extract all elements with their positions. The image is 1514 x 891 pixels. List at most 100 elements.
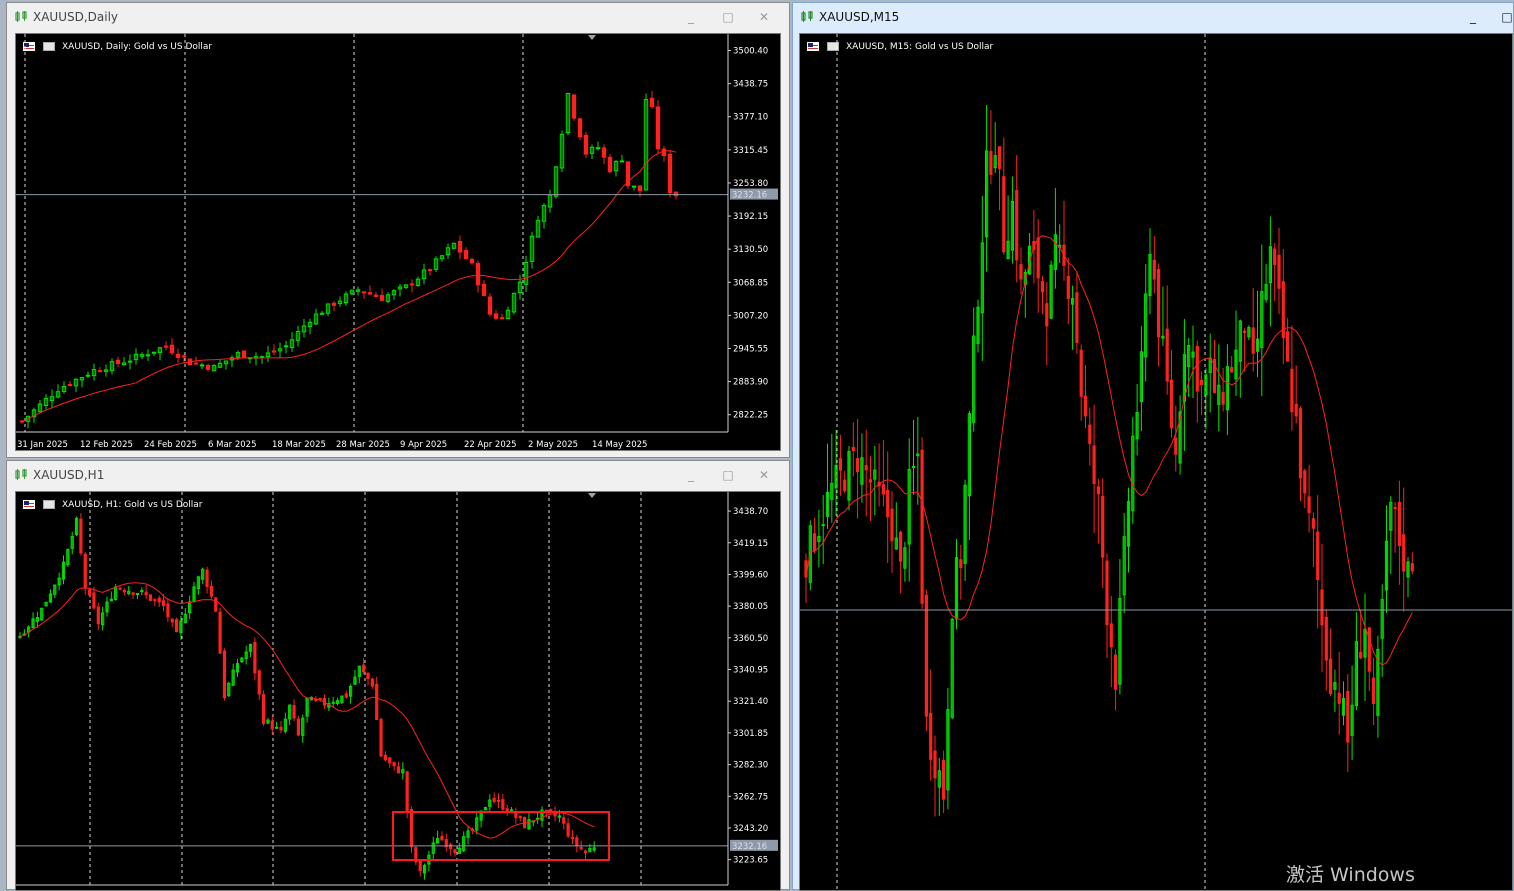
- bear-candle: [487, 296, 493, 315]
- maximize-button[interactable]: □: [720, 9, 736, 25]
- bear-candle: [667, 153, 673, 194]
- bear-candle: [1346, 690, 1350, 743]
- bear-candle: [1397, 501, 1401, 547]
- bear-candle: [1088, 424, 1092, 444]
- bear-candle: [457, 240, 463, 253]
- bear-candle: [499, 317, 505, 320]
- bull-candle: [151, 351, 157, 354]
- h1-candlestick-chart[interactable]: XAUUSD, H1: Gold vs US Dollar 3438.70 341…: [15, 491, 781, 891]
- bear-candle: [673, 191, 679, 197]
- bear-candle: [463, 250, 469, 260]
- h1-window-titlebar[interactable]: XAUUSD,H1 _ □ ✕: [7, 461, 789, 489]
- bear-candle: [161, 600, 166, 607]
- bear-candle: [427, 269, 433, 272]
- bear-candle: [1337, 692, 1341, 704]
- bear-candle: [1367, 627, 1371, 672]
- bull-candle: [140, 590, 144, 593]
- bear-candle: [296, 718, 300, 736]
- bear-candle: [1101, 496, 1105, 558]
- bear-candle: [1277, 254, 1281, 289]
- bull-candle: [619, 160, 625, 163]
- bear-candle: [370, 678, 374, 687]
- maximize-button[interactable]: □: [1499, 9, 1514, 25]
- bear-candle: [1109, 623, 1113, 648]
- m15-window-titlebar[interactable]: XAUUSD,M15 _ □: [793, 3, 1513, 31]
- close-button[interactable]: ✕: [756, 9, 772, 25]
- bear-candle: [1036, 237, 1040, 279]
- bear-candle: [1019, 264, 1023, 280]
- h1-chart-window[interactable]: XAUUSD,H1 _ □ ✕ XAUUSD, H1: Gold vs US D…: [6, 460, 790, 891]
- daily-candlestick-chart[interactable]: XAUUSD, Daily: Gold vs US Dollar 3500.40…: [15, 33, 781, 451]
- bull-candle: [199, 364, 205, 367]
- bear-candle: [1303, 470, 1307, 494]
- bear-candle: [218, 611, 222, 654]
- price-axis-background: [728, 34, 780, 450]
- bear-candle: [571, 94, 577, 119]
- chart-canvas: 3438.70 3419.15 3399.60 3380.05 3360.50 3340.…: [16, 492, 780, 890]
- bear-candle: [97, 370, 103, 373]
- bear-candle: [1410, 563, 1414, 572]
- price-tick-label: 3419.15: [733, 539, 768, 549]
- bear-candle: [1165, 328, 1169, 382]
- bear-candle: [1083, 395, 1088, 417]
- bear-candle: [383, 754, 387, 761]
- bear-candle: [1157, 269, 1161, 338]
- bear-candle: [453, 849, 457, 854]
- date-tick-label: 28 Mar 2025: [336, 440, 390, 450]
- minimize-button[interactable]: _: [683, 467, 699, 483]
- m15-candlestick-chart[interactable]: XAUUSD, M15: Gold vs US Dollar: [799, 33, 1513, 891]
- candles: [18, 513, 596, 880]
- close-button[interactable]: ✕: [756, 467, 772, 483]
- window-title: XAUUSD,H1: [33, 468, 105, 482]
- daily-window-titlebar[interactable]: XAUUSD,Daily _ □ ✕: [7, 3, 789, 31]
- bear-candle: [1045, 303, 1049, 327]
- bull-candle: [127, 360, 133, 363]
- bear-candle: [175, 619, 179, 633]
- minimize-button[interactable]: _: [1465, 9, 1481, 25]
- bear-candle: [469, 258, 475, 264]
- window-title: XAUUSD,Daily: [33, 10, 119, 24]
- price-tick-label: 3243.20: [733, 824, 768, 834]
- price-tick-label: 2883.90: [733, 378, 768, 388]
- bear-candle: [1092, 445, 1096, 484]
- m15-chart-window[interactable]: XAUUSD,M15 _ □ XAUUSD, M15: Gold vs US D…: [792, 2, 1514, 891]
- bear-candle: [583, 850, 588, 854]
- bear-candle: [577, 118, 583, 138]
- bear-candle: [1294, 403, 1298, 417]
- bull-candle: [595, 147, 601, 150]
- bear-candle: [579, 846, 583, 850]
- bear-candle: [929, 712, 933, 760]
- bear-candle: [566, 823, 570, 837]
- date-tick-label: 2 May 2025: [528, 440, 578, 450]
- candles: [19, 91, 679, 429]
- bear-candle: [1372, 677, 1376, 705]
- maximize-button[interactable]: □: [720, 467, 736, 483]
- bear-candle: [1114, 654, 1118, 690]
- bear-candle: [1251, 327, 1255, 354]
- price-tick-label: 3377.10: [733, 113, 768, 123]
- bear-candle: [1152, 259, 1156, 280]
- bear-candle: [163, 345, 169, 348]
- bear-candle: [1320, 589, 1324, 626]
- bear-candle: [209, 585, 214, 597]
- daily-chart-window[interactable]: XAUUSD,Daily _ □ ✕ XAUUSD, Daily: Gold v…: [6, 2, 790, 458]
- date-tick-label: 6 Mar 2025: [208, 440, 256, 450]
- minimize-button[interactable]: _: [683, 9, 699, 25]
- bear-candle: [367, 292, 373, 295]
- bear-candle: [1329, 658, 1333, 695]
- price-tick-label: 3340.95: [733, 666, 768, 676]
- candlestick-chart-icon: [801, 11, 813, 22]
- bear-candle: [67, 383, 73, 386]
- bear-candle: [1002, 176, 1006, 253]
- bear-candle: [83, 553, 87, 589]
- price-tick-label: 3438.75: [733, 80, 768, 90]
- bear-candle: [1200, 379, 1204, 386]
- bear-candle: [475, 262, 481, 286]
- date-tick-label: 18 Mar 2025: [272, 440, 326, 450]
- bear-candle: [1079, 349, 1083, 397]
- bull-candle: [275, 726, 279, 729]
- bear-candle: [262, 694, 266, 724]
- bear-candle: [270, 720, 274, 730]
- bear-candle: [933, 750, 937, 779]
- bear-candle: [79, 518, 83, 554]
